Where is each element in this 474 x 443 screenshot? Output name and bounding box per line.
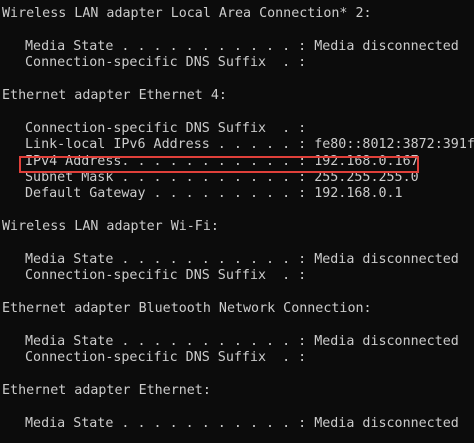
terminal-line: Media State . . . . . . . . . . . : Medi… [25, 333, 459, 349]
terminal-line: IPv4 Address. . . . . . . . . . . : 192.… [25, 153, 419, 169]
terminal-line: Media State . . . . . . . . . . . : Medi… [25, 251, 459, 267]
terminal-line: Subnet Mask . . . . . . . . . . . : 255.… [25, 169, 419, 185]
terminal-line: Media State . . . . . . . . . . . : Medi… [25, 38, 459, 54]
terminal-line: Default Gateway . . . . . . . . . : 192.… [25, 186, 403, 202]
terminal-line: Media State . . . . . . . . . . . : Medi… [25, 415, 459, 431]
terminal-line: Link-local IPv6 Address . . . . . : fe80… [25, 137, 474, 153]
terminal-line: Connection-specific DNS Suffix . : [25, 120, 307, 136]
terminal-window[interactable]: Wireless LAN adapter Local Area Connecti… [0, 0, 474, 443]
terminal-line: Connection-specific DNS Suffix . : [25, 350, 307, 366]
terminal-line: Connection-specific DNS Suffix . : [25, 268, 307, 284]
terminal-line: Wireless LAN adapter Local Area Connecti… [2, 6, 372, 21]
terminal-line: Ethernet adapter Ethernet: [2, 382, 211, 398]
terminal-output: Wireless LAN adapter Local Area Connecti… [0, 6, 474, 432]
terminal-line: Ethernet adapter Ethernet 4: [2, 87, 227, 103]
terminal-line: Connection-specific DNS Suffix . : [25, 55, 307, 71]
terminal-line: Wireless LAN adapter Wi-Fi: [2, 219, 219, 235]
terminal-line: Ethernet adapter Bluetooth Network Conne… [2, 301, 372, 317]
